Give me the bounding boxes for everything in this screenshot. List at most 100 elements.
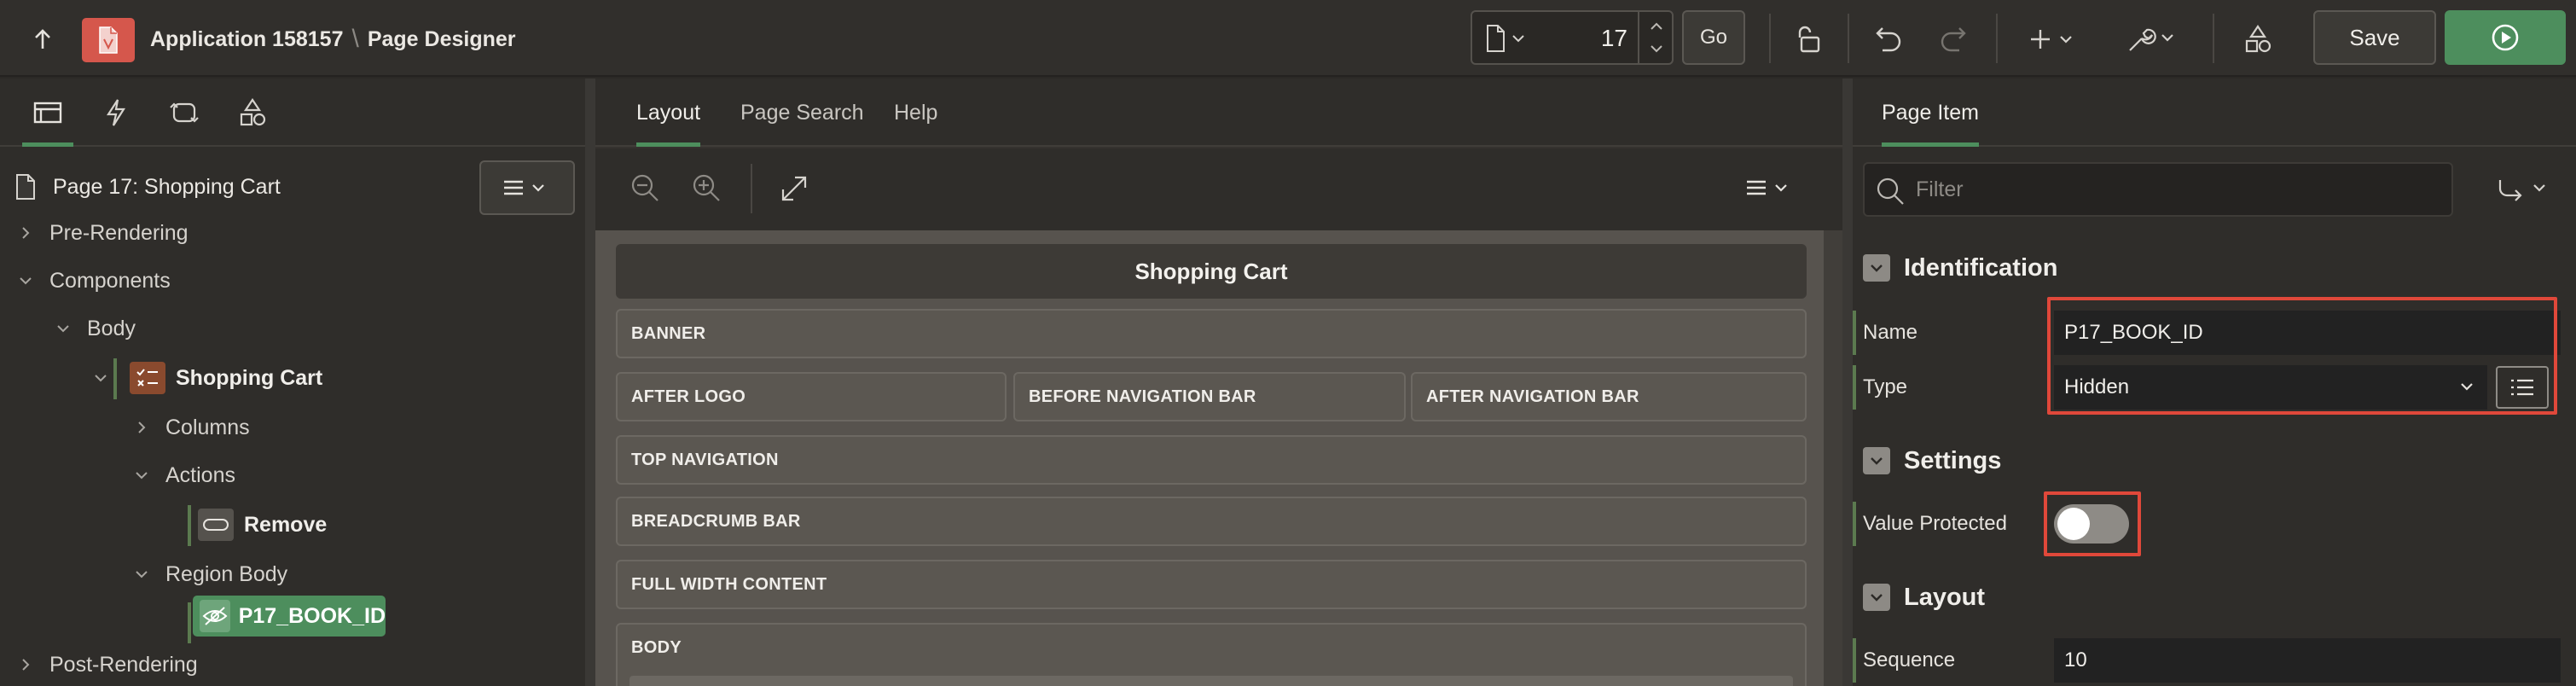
shared-components-tab-icon[interactable] [232, 94, 273, 131]
chevron-down-icon[interactable] [14, 275, 38, 287]
tree-node-label: Components [49, 268, 171, 293]
page-number-field[interactable]: 17 [1471, 10, 1674, 65]
arrow-up-icon[interactable] [24, 22, 61, 56]
tree-node-label: Remove [244, 512, 328, 537]
rendering-tree-pane: Page 17: Shopping Cart Pre-Rendering Com… [0, 78, 585, 686]
undo-icon[interactable] [1865, 20, 1914, 58]
zoom-in-icon[interactable] [691, 172, 722, 203]
chevron-down-icon[interactable] [51, 323, 75, 334]
slot-after-navigation-bar[interactable]: AFTER NAVIGATION BAR [1411, 372, 1807, 421]
top-toolbar: Application 158157 \ Page Designer 17 Go… [0, 0, 2576, 77]
tree-node-label: Shopping Cart [176, 365, 323, 390]
tab-help[interactable]: Help [894, 78, 937, 147]
tab-page-search[interactable]: Page Search [740, 78, 864, 147]
tree-root-label: Page 17: Shopping Cart [53, 174, 281, 199]
breadcrumb-page-designer: Page Designer [367, 26, 516, 51]
tree-node-shopping-cart[interactable]: Shopping Cart [89, 355, 322, 401]
tree-node-label: Pre-Rendering [49, 220, 189, 245]
tab-layout[interactable]: Layout [636, 78, 701, 147]
required-marker [1853, 638, 1856, 683]
toolbar-divider [2213, 14, 2214, 63]
left-splitter[interactable] [585, 78, 595, 686]
app-icon[interactable] [82, 18, 135, 62]
tree-node-actions[interactable]: Actions [130, 452, 235, 498]
shared-components-icon[interactable] [2233, 20, 2283, 58]
slot-before-navigation-bar[interactable]: BEFORE NAVIGATION BAR [1013, 372, 1406, 421]
redo-icon[interactable] [1928, 20, 1977, 58]
prop-label: Sequence [1863, 648, 1956, 671]
tab-page-item[interactable]: Page Item [1882, 78, 1979, 147]
lock-icon[interactable] [1783, 20, 1832, 58]
dynamic-actions-icon[interactable] [96, 94, 136, 131]
collapse-icon[interactable] [1863, 584, 1890, 611]
go-to-group-button[interactable] [2484, 162, 2566, 217]
required-marker [1853, 502, 1856, 546]
group-title: Layout [1904, 583, 1986, 611]
go-button[interactable]: Go [1682, 10, 1745, 65]
page-icon [10, 171, 41, 203]
chevron-right-icon[interactable] [14, 225, 38, 241]
breadcrumb: Application 158157 \ Page Designer [150, 22, 516, 56]
tree-node-label: Columns [165, 415, 250, 439]
chevron-down-icon[interactable] [130, 469, 154, 481]
tree-node-p17-book-id[interactable]: P17_BOOK_ID [193, 596, 386, 637]
tree-node-label: Post-Rendering [49, 652, 198, 677]
slot-after-logo[interactable]: AFTER LOGO [616, 372, 1007, 421]
required-marker [1853, 365, 1856, 410]
filter-field[interactable] [1863, 162, 2453, 217]
breadcrumb-separator: \ [351, 25, 359, 53]
page-number-input[interactable]: 17 [1554, 22, 1633, 55]
zoom-out-icon[interactable] [629, 172, 660, 203]
tree-node-region-body[interactable]: Region Body [130, 551, 287, 597]
tree-node-remove[interactable]: Remove [198, 502, 327, 548]
breadcrumb-app[interactable]: Application 158157 [150, 27, 343, 52]
processing-icon[interactable] [164, 94, 205, 131]
right-splitter[interactable] [1842, 78, 1853, 686]
tree-node-columns[interactable]: Columns [130, 404, 250, 451]
run-page-button[interactable] [2445, 10, 2566, 65]
slot-banner[interactable]: BANNER [616, 309, 1807, 358]
page-number-stepper[interactable] [1638, 12, 1672, 63]
group-layout[interactable]: Layout [1863, 572, 2576, 623]
collapse-icon[interactable] [1863, 254, 1890, 282]
tree-node-body[interactable]: Body [51, 305, 136, 352]
highlight-identification [2047, 297, 2557, 415]
collapse-icon[interactable] [1863, 447, 1890, 474]
chevron-down-icon[interactable] [89, 372, 113, 384]
filter-input[interactable] [1916, 172, 2428, 206]
slot-breadcrumb-bar[interactable]: BREADCRUMB BAR [616, 497, 1807, 546]
slot-full-width-content[interactable]: FULL WIDTH CONTENT [616, 560, 1807, 609]
tree-node-label: Actions [165, 462, 235, 487]
layout-pane: Layout Page Search Help Shopping Cart BA… [595, 78, 1842, 686]
tree-node-label: Region Body [165, 561, 288, 586]
group-settings[interactable]: Settings [1863, 435, 2576, 486]
page-doc-icon[interactable] [1484, 24, 1527, 53]
chevron-right-icon[interactable] [130, 420, 154, 435]
prop-label: Type [1863, 375, 1908, 398]
tree-indent-line [188, 505, 191, 546]
utilities-wrench-icon[interactable] [2117, 20, 2189, 58]
chevron-down-icon[interactable] [130, 568, 154, 580]
tree-node-label: P17_BOOK_ID [238, 603, 386, 628]
tree-node-components[interactable]: Components [14, 258, 171, 304]
tree-root-page[interactable]: Page 17: Shopping Cart [10, 164, 281, 210]
layout-menu-icon[interactable] [1743, 177, 1796, 198]
tree-node-pre-rendering[interactable]: Pre-Rendering [14, 210, 189, 256]
rendering-tab-icon[interactable] [22, 94, 73, 147]
body-inner-region [629, 676, 1793, 686]
prop-label: Name [1863, 321, 1918, 344]
sequence-input[interactable]: 10 [2054, 638, 2561, 683]
layout-scrollbar[interactable] [1824, 230, 1842, 686]
slot-top-navigation[interactable]: TOP NAVIGATION [616, 435, 1807, 485]
tree-menu-button[interactable] [479, 160, 575, 215]
toolbar-divider [751, 164, 752, 213]
chevron-right-icon[interactable] [14, 657, 38, 672]
region-shopping-cart[interactable]: Shopping Cart [616, 244, 1807, 299]
save-button[interactable]: Save [2313, 10, 2436, 65]
expand-icon[interactable] [780, 174, 809, 203]
prop-label: Value Protected [1863, 512, 2007, 535]
group-identification[interactable]: Identification [1863, 242, 2576, 294]
tree-node-post-rendering[interactable]: Post-Rendering [14, 642, 198, 686]
group-title: Settings [1904, 446, 2002, 474]
create-menu-icon[interactable] [2022, 20, 2086, 58]
